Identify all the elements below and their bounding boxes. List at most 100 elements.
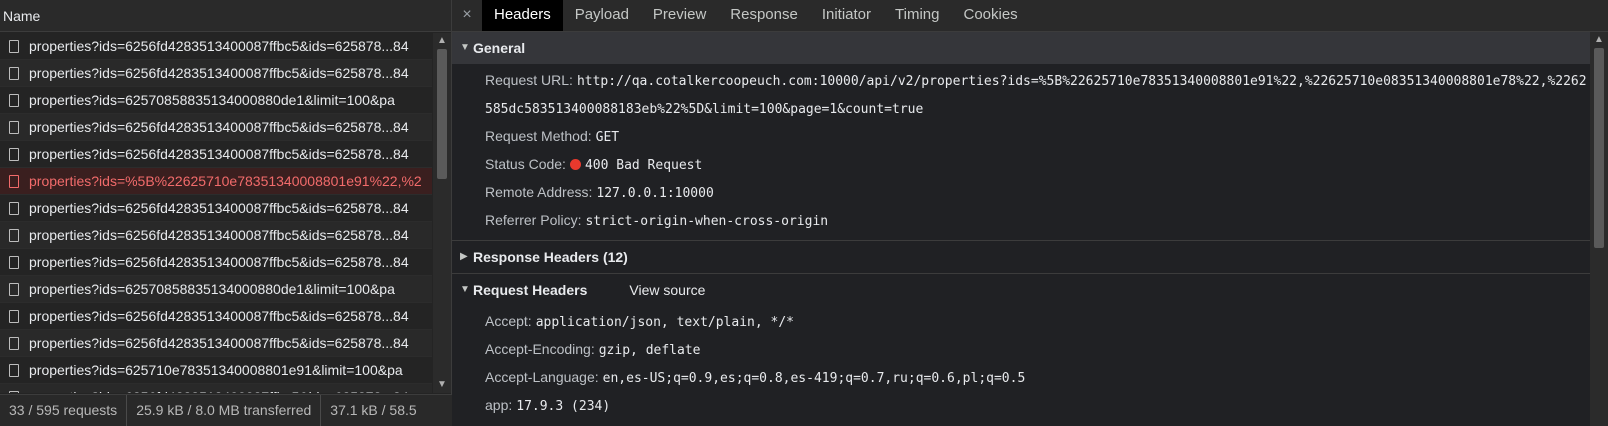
request-list: properties?ids=6256fd4283513400087ffbc5&… — [0, 33, 432, 393]
request-details-panel: × Headers Payload Preview Response Initi… — [452, 0, 1608, 426]
document-icon — [9, 93, 19, 107]
request-name: properties?ids=625710e78351340008801e91&… — [29, 362, 403, 378]
document-icon — [9, 363, 19, 377]
tab-timing[interactable]: Timing — [883, 0, 951, 31]
scroll-up-icon[interactable]: ▲ — [1590, 32, 1608, 48]
request-row[interactable]: properties?ids=%5B%22625710e783513400088… — [0, 168, 432, 195]
request-method-row: Request Method: GET — [452, 123, 1590, 151]
request-headers-section-header[interactable]: ▼ Request Headers View source — [452, 274, 1590, 306]
request-row[interactable]: properties?ids=6256fd4283513400087ffbc5&… — [0, 249, 432, 276]
request-name: properties?ids=6256fd4283513400087ffbc5&… — [29, 384, 409, 393]
request-row[interactable]: properties?ids=6256fd4283513400087ffbc5&… — [0, 330, 432, 357]
request-name: properties?ids=6256fd4283513400087ffbc5&… — [29, 119, 409, 135]
app-value: 17.9.3 (234) — [516, 399, 611, 414]
document-icon — [9, 120, 19, 134]
request-headers-title: Request Headers — [473, 282, 588, 298]
resources-size: 37.1 kB / 58.5 — [330, 402, 417, 418]
accept-value: application/json, text/plain, */* — [535, 315, 794, 330]
request-count: 33 / 595 requests — [0, 395, 128, 426]
request-row[interactable]: properties?ids=6256fd4283513400087ffbc5&… — [0, 33, 432, 60]
request-name: properties?ids=6256fd4283513400087ffbc5&… — [29, 254, 409, 270]
request-row[interactable]: properties?ids=6256fd4283513400087ffbc5&… — [0, 303, 432, 330]
tab-cookies[interactable]: Cookies — [951, 0, 1029, 31]
remote-address-label: Remote Address: — [485, 184, 593, 200]
accept-encoding-value: gzip, deflate — [598, 343, 701, 358]
document-icon — [9, 282, 19, 296]
document-icon — [9, 201, 19, 215]
document-icon — [9, 390, 19, 393]
request-row[interactable]: properties?ids=6256fd4283513400087ffbc5&… — [0, 222, 432, 249]
document-icon — [9, 255, 19, 269]
status-code-row: Status Code: 400 Bad Request — [452, 151, 1590, 179]
referrer-policy-row: Referrer Policy: strict-origin-when-cross… — [452, 207, 1590, 235]
tab-payload[interactable]: Payload — [563, 0, 641, 31]
response-headers-section-header[interactable]: ▶ Response Headers (12) — [452, 241, 1590, 273]
triangle-down-icon: ▼ — [460, 284, 470, 295]
document-icon — [9, 66, 19, 80]
request-name: properties?ids=6256fd4283513400087ffbc5&… — [29, 308, 409, 324]
tab-headers[interactable]: Headers — [482, 0, 563, 31]
status-code-label: Status Code: — [485, 156, 566, 172]
request-name: properties?ids=6256fd4283513400087ffbc5&… — [29, 38, 409, 54]
network-status-bar: 33 / 595 requests 25.9 kB / 8.0 MB trans… — [0, 394, 452, 426]
general-section-header[interactable]: ▼ General — [452, 32, 1590, 64]
request-url-label: Request URL: — [485, 72, 573, 88]
request-row[interactable]: properties?ids=6256fd4283513400087ffbc5&… — [0, 60, 432, 87]
error-status-dot-icon — [569, 159, 581, 170]
request-row[interactable]: properties?ids=6256fd4283513400087ffbc5&… — [0, 384, 432, 393]
general-title: General — [473, 40, 526, 56]
transferred-size: 25.9 kB / 8.0 MB transferred — [127, 395, 322, 426]
request-method-value: GET — [595, 130, 620, 145]
scroll-thumb[interactable] — [1594, 48, 1604, 248]
accept-language-value: en,es-US;q=0.9,es;q=0.8,es-419;q=0.7,ru;… — [602, 371, 1026, 386]
request-row[interactable]: properties?ids=6256fd4283513400087ffbc5&… — [0, 195, 432, 222]
request-row[interactable]: properties?ids=6256fd4283513400087ffbc5&… — [0, 141, 432, 168]
referrer-policy-value: strict-origin-when-cross-origin — [585, 214, 829, 229]
headers-content: ▼ General Request URL: http://qa.cotalker… — [452, 32, 1590, 426]
tab-response[interactable]: Response — [718, 0, 810, 31]
request-row[interactable]: properties?ids=62570858835134000880de1&l… — [0, 87, 432, 114]
document-icon — [9, 336, 19, 350]
close-icon[interactable]: × — [452, 0, 482, 31]
request-name: properties?ids=6256fd4283513400087ffbc5&… — [29, 227, 409, 243]
request-name: properties?ids=6256fd4283513400087ffbc5&… — [29, 200, 409, 216]
request-name: properties?ids=6256fd4283513400087ffbc5&… — [29, 65, 409, 81]
scroll-down-icon[interactable]: ▼ — [433, 377, 451, 393]
document-icon — [9, 174, 19, 188]
document-icon — [9, 228, 19, 242]
view-source-link[interactable]: View source — [629, 274, 705, 306]
accept-encoding-row: Accept-Encoding: gzip, deflate — [452, 336, 1590, 364]
request-name: properties?ids=%5B%22625710e783513400088… — [29, 173, 422, 189]
accept-language-label: Accept-Language: — [485, 369, 599, 385]
request-row[interactable]: properties?ids=625710e78351340008801e91&… — [0, 357, 432, 384]
request-row[interactable]: properties?ids=62570858835134000880de1&l… — [0, 276, 432, 303]
request-name: properties?ids=62570858835134000880de1&l… — [29, 92, 395, 108]
request-row[interactable]: properties?ids=6256fd4283513400087ffbc5&… — [0, 114, 432, 141]
details-tab-bar: × Headers Payload Preview Response Initi… — [452, 0, 1608, 32]
scroll-up-icon[interactable]: ▲ — [433, 33, 451, 49]
request-list-panel: Name properties?ids=6256fd4283513400087f… — [0, 0, 452, 426]
request-name: properties?ids=6256fd4283513400087ffbc5&… — [29, 146, 409, 162]
request-method-label: Request Method: — [485, 128, 592, 144]
scroll-thumb[interactable] — [437, 49, 447, 179]
name-column-header[interactable]: Name — [0, 0, 451, 32]
remote-address-value: 127.0.0.1:10000 — [596, 186, 714, 201]
accept-label: Accept: — [485, 313, 532, 329]
triangle-right-icon: ▶ — [460, 251, 468, 262]
document-icon — [9, 147, 19, 161]
app-row: app: 17.9.3 (234) — [452, 392, 1590, 420]
request-url-value: http://qa.cotalkercoopeuch.com:10000/api… — [485, 74, 1587, 117]
remote-address-row: Remote Address: 127.0.0.1:10000 — [452, 179, 1590, 207]
accept-language-row: Accept-Language: en,es-US;q=0.9,es;q=0.8,… — [452, 364, 1590, 392]
accept-encoding-label: Accept-Encoding: — [485, 341, 595, 357]
status-code-value: 400 Bad Request — [584, 158, 703, 173]
tab-preview[interactable]: Preview — [641, 0, 718, 31]
tab-initiator[interactable]: Initiator — [810, 0, 883, 31]
request-list-scrollbar[interactable]: ▲ ▼ — [433, 33, 451, 393]
document-icon — [9, 39, 19, 53]
document-icon — [9, 309, 19, 323]
request-name: properties?ids=62570858835134000880de1&l… — [29, 281, 395, 297]
details-scrollbar[interactable]: ▲ — [1590, 32, 1608, 426]
referrer-policy-label: Referrer Policy: — [485, 212, 582, 228]
request-name: properties?ids=6256fd4283513400087ffbc5&… — [29, 335, 409, 351]
